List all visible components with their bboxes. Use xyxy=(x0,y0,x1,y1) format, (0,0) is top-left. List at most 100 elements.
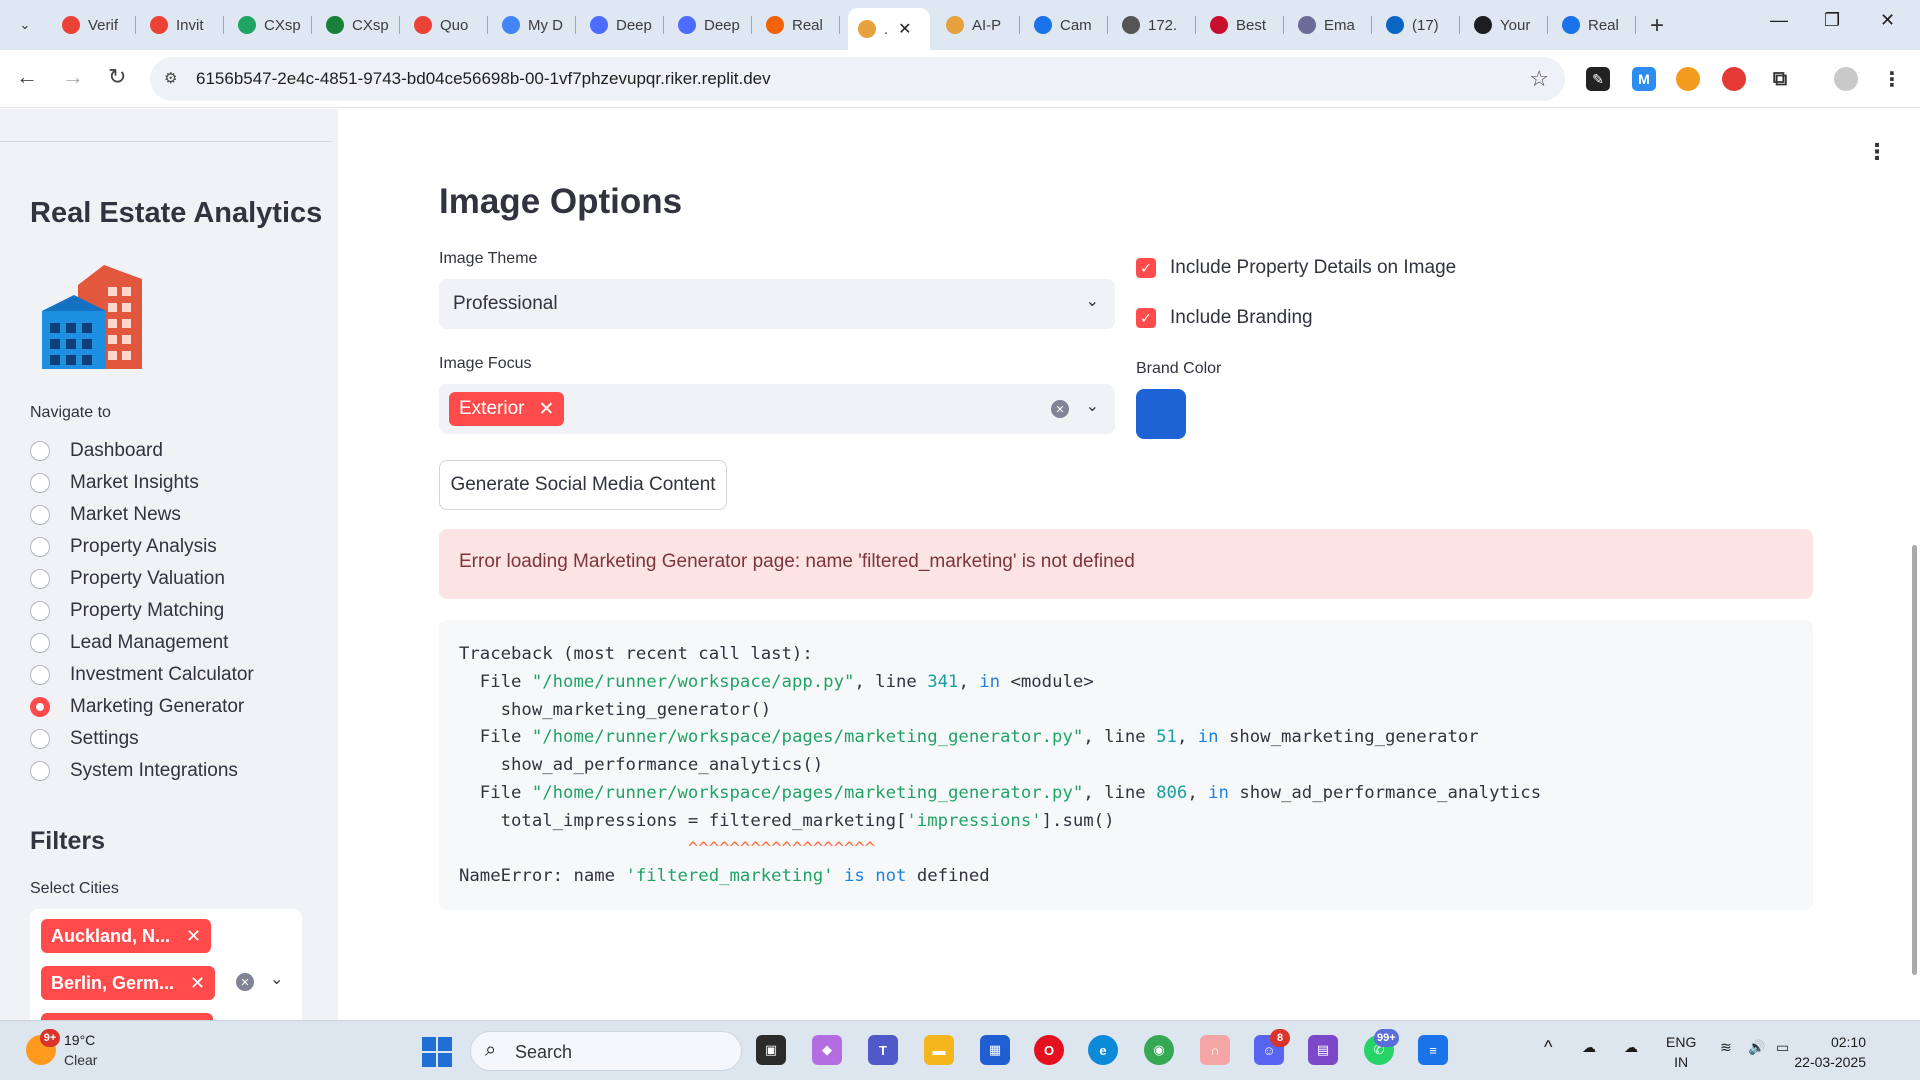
radio-unselected-icon[interactable] xyxy=(30,633,50,653)
back-button[interactable]: ← xyxy=(16,64,38,90)
app-menu-icon[interactable]: ⋮ xyxy=(1866,139,1888,165)
browser-tab[interactable]: Deep xyxy=(580,8,664,42)
copilot-icon[interactable]: ◆ xyxy=(812,1035,842,1065)
minimize-button[interactable]: — xyxy=(1770,10,1788,31)
language-indicator[interactable]: ENG IN xyxy=(1666,1032,1696,1072)
clear-all-icon[interactable]: ✕ xyxy=(236,973,254,991)
close-tab-icon[interactable]: ✕ xyxy=(898,19,911,39)
notepad-icon[interactable]: ≡ xyxy=(1418,1035,1448,1065)
browser-tab[interactable]: Real xyxy=(756,8,840,42)
file-explorer-icon[interactable]: ▬ xyxy=(924,1035,954,1065)
volume-icon[interactable]: 🔊 xyxy=(1748,1039,1765,1056)
browser-tab[interactable]: Quo xyxy=(404,8,488,42)
clear-all-icon[interactable]: ✕ xyxy=(1051,400,1069,418)
nav-radio-item[interactable]: Dashboard xyxy=(30,435,254,467)
nav-radio-item[interactable]: System Integrations xyxy=(30,755,254,787)
browser-tab[interactable]: Cam xyxy=(1024,8,1108,42)
radio-unselected-icon[interactable] xyxy=(30,441,50,461)
browser-tab[interactable]: Best xyxy=(1200,8,1284,42)
browser-tab[interactable]: Deep xyxy=(668,8,752,42)
site-info-icon[interactable]: ⚙ xyxy=(164,69,177,87)
nav-radio-item[interactable]: Market Insights xyxy=(30,467,254,499)
remove-tag-icon[interactable]: ✕ xyxy=(186,926,201,947)
radio-unselected-icon[interactable] xyxy=(30,505,50,525)
tab-search-button[interactable]: ⌄ xyxy=(8,9,42,41)
city-tag[interactable] xyxy=(41,1013,213,1020)
theme-select[interactable]: Professional ⌄ xyxy=(439,279,1115,329)
checkmark-icon[interactable]: ✓ xyxy=(1136,308,1156,328)
nav-radio-item[interactable]: Property Valuation xyxy=(30,563,254,595)
browser-tab[interactable]: Real xyxy=(1552,8,1636,42)
restore-button[interactable]: ❐ xyxy=(1824,10,1840,31)
clipchamp-icon[interactable]: ▤ xyxy=(1308,1035,1338,1065)
nav-radio-item[interactable]: Property Matching xyxy=(30,595,254,627)
browser-menu-icon[interactable]: ⋮ xyxy=(1880,67,1904,91)
weather-condition[interactable]: Clear xyxy=(64,1052,97,1068)
browser-tab[interactable]: Your xyxy=(1464,8,1548,42)
page-scrollbar[interactable] xyxy=(1912,545,1917,975)
browser-tab[interactable]: My D xyxy=(492,8,576,42)
radio-unselected-icon[interactable] xyxy=(30,601,50,621)
cities-multiselect[interactable]: Auckland, N... ✕ Berlin, Germ... ✕ ✕ ⌄ xyxy=(30,909,302,1020)
radio-unselected-icon[interactable] xyxy=(30,473,50,493)
nav-radio-item[interactable]: Marketing Generator xyxy=(30,691,254,723)
arc-icon[interactable]: ∩ xyxy=(1200,1035,1230,1065)
bookmark-star-icon[interactable]: ☆ xyxy=(1529,66,1549,92)
focus-multiselect[interactable]: Exterior ✕ ✕ ⌄ xyxy=(439,384,1115,434)
cloud-sync-icon[interactable]: ☁ xyxy=(1624,1039,1638,1056)
focus-tag[interactable]: Exterior ✕ xyxy=(449,392,565,426)
url-text[interactable]: 6156b547-2e4c-4851-9743-bd04ce56698b-00-… xyxy=(196,69,771,89)
checkmark-icon[interactable]: ✓ xyxy=(1136,258,1156,278)
windows-start-icon[interactable] xyxy=(422,1037,452,1067)
pokeball-extension-icon[interactable] xyxy=(1722,67,1746,91)
radio-unselected-icon[interactable] xyxy=(30,665,50,685)
generate-content-button[interactable]: Generate Social Media Content xyxy=(439,460,727,510)
profile-avatar[interactable] xyxy=(1834,67,1858,91)
extensions-puzzle-icon[interactable]: ⧉ xyxy=(1768,67,1792,91)
radio-unselected-icon[interactable] xyxy=(30,729,50,749)
browser-tab[interactable]: . ✕ xyxy=(848,8,930,50)
remove-tag-icon[interactable]: ✕ xyxy=(538,398,554,421)
show-hidden-icons-chevron-icon[interactable]: ^ xyxy=(1544,1037,1552,1058)
city-tag[interactable]: Auckland, N... ✕ xyxy=(41,919,212,953)
eyedropper-extension-icon[interactable]: ✎ xyxy=(1586,67,1610,91)
nav-radio-item[interactable]: Investment Calculator xyxy=(30,659,254,691)
nav-radio-item[interactable]: Settings xyxy=(30,723,254,755)
remove-tag-icon[interactable]: ✕ xyxy=(190,973,205,994)
system-clock[interactable]: 02:10 22-03-2025 xyxy=(1794,1032,1866,1072)
browser-tab[interactable]: 172. xyxy=(1112,8,1196,42)
browser-tab[interactable]: Ema xyxy=(1288,8,1372,42)
wifi-icon[interactable]: ≋ xyxy=(1720,1039,1732,1056)
browser-tab[interactable]: (17) xyxy=(1376,8,1460,42)
browser-tab[interactable]: Verif xyxy=(52,8,136,42)
battery-icon[interactable]: ▭ xyxy=(1776,1039,1789,1056)
browser-tab[interactable]: Invit xyxy=(140,8,224,42)
teams-icon[interactable]: T xyxy=(868,1035,898,1065)
brand-color-picker[interactable] xyxy=(1136,389,1186,439)
taskbar-search[interactable]: ⌕ Search xyxy=(470,1031,742,1071)
onedrive-icon[interactable]: ☁ xyxy=(1582,1039,1596,1056)
radio-selected-icon[interactable] xyxy=(30,697,50,717)
chevron-down-icon[interactable]: ⌄ xyxy=(1086,396,1099,416)
weather-temperature[interactable]: 19°C xyxy=(64,1032,95,1048)
orange-extension-icon[interactable] xyxy=(1676,67,1700,91)
include-details-checkbox[interactable]: ✓ Include Property Details on Image xyxy=(1136,257,1456,279)
radio-unselected-icon[interactable] xyxy=(30,569,50,589)
new-tab-button[interactable]: + xyxy=(1650,12,1664,40)
include-branding-checkbox[interactable]: ✓ Include Branding xyxy=(1136,307,1313,329)
nav-radio-item[interactable]: Property Analysis xyxy=(30,531,254,563)
nav-radio-item[interactable]: Market News xyxy=(30,499,254,531)
edge-icon[interactable]: e xyxy=(1088,1035,1118,1065)
reload-button[interactable]: ↻ xyxy=(108,64,126,90)
opera-icon[interactable]: O xyxy=(1034,1035,1064,1065)
city-tag[interactable]: Berlin, Germ... ✕ xyxy=(41,966,216,1000)
radio-unselected-icon[interactable] xyxy=(30,761,50,781)
store-icon[interactable]: ▦ xyxy=(980,1035,1010,1065)
chrome-icon[interactable]: ◉ xyxy=(1144,1035,1174,1065)
browser-tab[interactable]: CXsp xyxy=(316,8,400,42)
omnibox[interactable]: ⚙ 6156b547-2e4c-4851-9743-bd04ce56698b-0… xyxy=(150,57,1565,101)
browser-tab[interactable]: AI-P xyxy=(936,8,1020,42)
forward-button[interactable]: → xyxy=(62,64,84,90)
m-extension-icon[interactable]: M xyxy=(1632,67,1656,91)
radio-unselected-icon[interactable] xyxy=(30,537,50,557)
